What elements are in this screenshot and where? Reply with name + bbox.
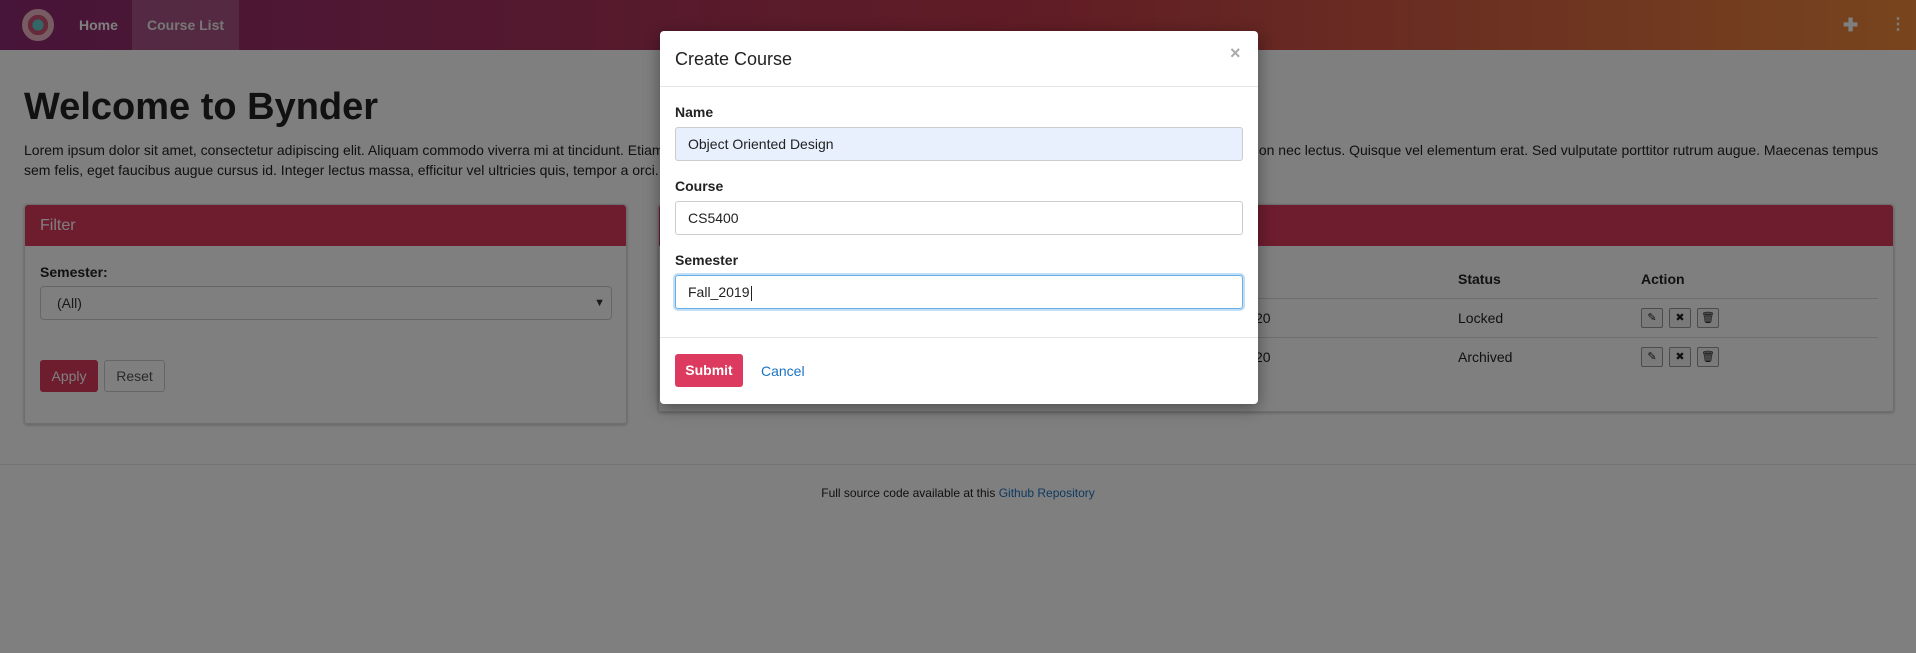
name-field-label: Name [675, 104, 714, 120]
semester-input-value: Fall_2019 [688, 284, 750, 300]
modal-header-divider [660, 86, 1258, 87]
modal-footer-divider [660, 337, 1258, 338]
semester-field-label: Semester [675, 252, 739, 268]
close-icon[interactable]: × [1230, 43, 1241, 64]
modal-title: Create Course [675, 49, 793, 69]
submit-button[interactable]: Submit [675, 354, 743, 387]
name-input[interactable]: Object Oriented Design [675, 127, 1243, 161]
cancel-link[interactable]: Cancel [761, 363, 805, 379]
course-field-label: Course [675, 178, 724, 194]
text-cursor [750, 285, 752, 301]
course-input[interactable]: CS5400 [675, 201, 1243, 235]
semester-input[interactable]: Fall_2019 [675, 275, 1243, 309]
create-course-modal: Create Course × Name Object Oriented Des… [660, 31, 1258, 404]
